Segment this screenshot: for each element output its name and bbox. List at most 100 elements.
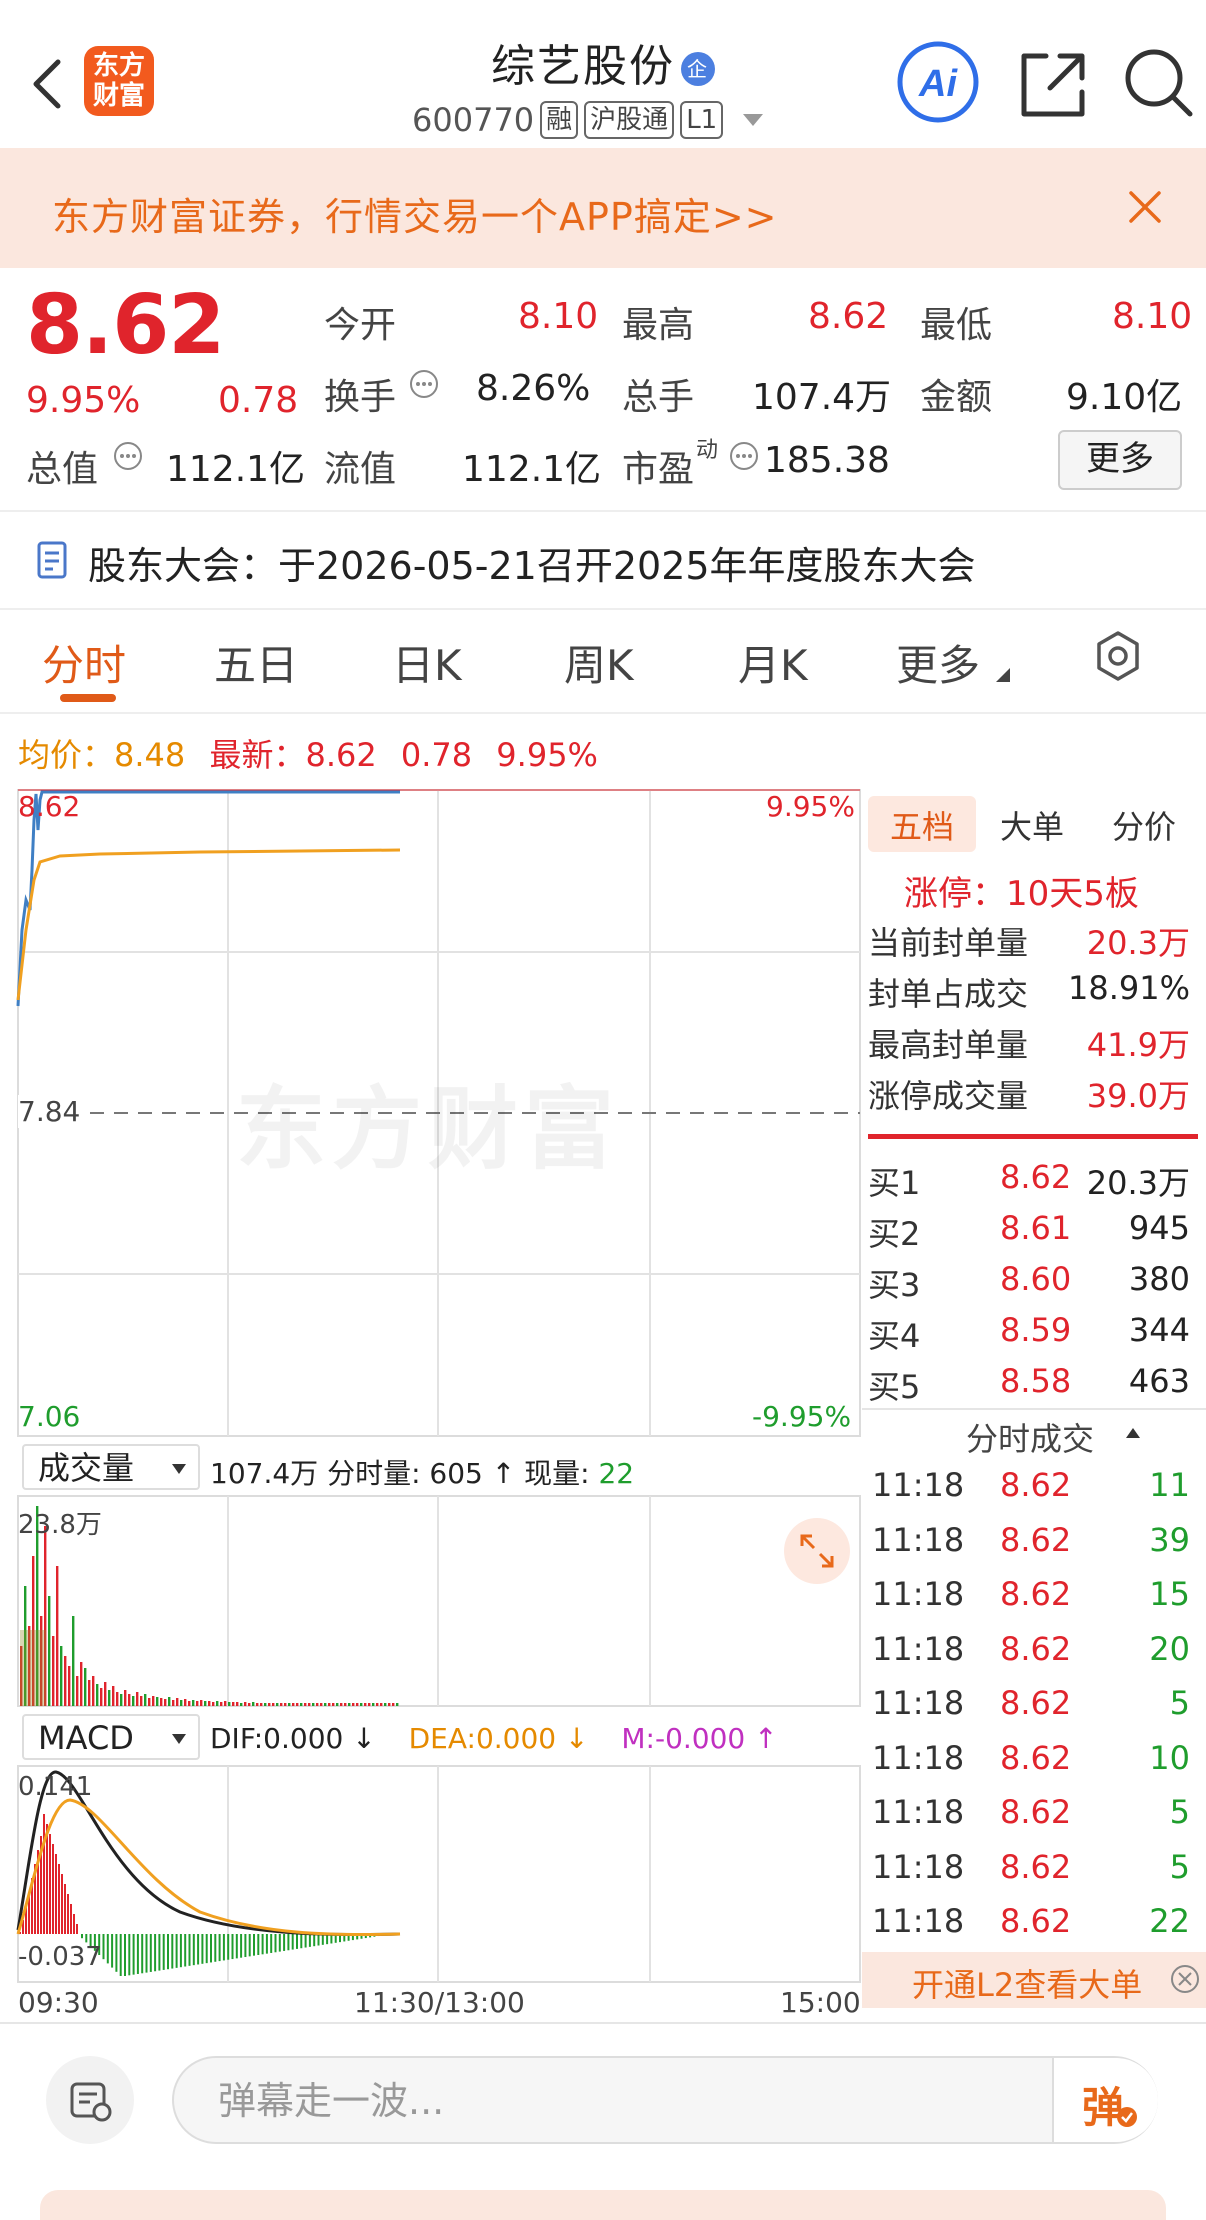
volume-summary: 107.4万 分时量: 605 ↑ 现量: 22 bbox=[210, 1457, 635, 1490]
volume-bar bbox=[64, 1656, 67, 1706]
l2-promo-text[interactable]: 开通L2查看大单 bbox=[912, 1960, 1142, 2006]
tab-five-day[interactable]: 五日 bbox=[214, 632, 298, 693]
limit-stat-row: 封单占成交 18.91% bbox=[868, 969, 1198, 1015]
tick-time: 11:18 bbox=[872, 1684, 965, 1722]
volume-bar bbox=[208, 1701, 211, 1706]
tick-row: 11:18 8.62 5 bbox=[872, 1684, 1202, 1722]
tick-volume: 39 bbox=[1149, 1520, 1190, 1559]
info-icon[interactable] bbox=[112, 440, 144, 472]
volume-selector-label: 成交量 bbox=[38, 1449, 135, 1487]
stats-divider bbox=[868, 1134, 1198, 1139]
close-icon[interactable] bbox=[1128, 190, 1162, 224]
info-icon[interactable] bbox=[408, 368, 440, 400]
danmaku-toggle-button[interactable]: 弹 bbox=[1052, 2058, 1158, 2142]
volume-bar bbox=[304, 1703, 307, 1706]
limit-stat-value: 39.0万 bbox=[1086, 1077, 1190, 1115]
limit-stat-label: 当前封单量 bbox=[868, 924, 1029, 962]
bid-row[interactable]: 买1 8.62 20.3万 bbox=[868, 1158, 1198, 1204]
tab-more[interactable]: 更多 bbox=[896, 632, 980, 693]
tick-row: 11:18 8.62 11 bbox=[872, 1466, 1202, 1504]
bid-volume: 380 bbox=[1128, 1260, 1190, 1298]
tab-intraday[interactable]: 分时 bbox=[42, 632, 126, 693]
volume-bar bbox=[224, 1701, 227, 1706]
volume-selector[interactable]: 成交量 bbox=[22, 1444, 200, 1490]
volume-bar bbox=[272, 1703, 275, 1706]
chevron-down-icon[interactable] bbox=[743, 114, 764, 126]
limit-up-info: 涨停：10天5板 bbox=[904, 874, 1139, 914]
caret-up-icon bbox=[1126, 1428, 1140, 1438]
volume-bar bbox=[188, 1701, 191, 1706]
expand-button[interactable] bbox=[784, 1518, 850, 1584]
ai-assistant-icon[interactable]: Ai bbox=[896, 40, 980, 124]
macd-selector[interactable]: MACD bbox=[22, 1714, 200, 1760]
bid-label: 买3 bbox=[868, 1266, 921, 1304]
info-icon[interactable] bbox=[728, 440, 760, 472]
tick-price: 8.62 bbox=[1000, 1738, 1072, 1777]
volume-label: 总手 bbox=[622, 377, 695, 418]
shareholder-meeting-notice[interactable]: 股东大会：于2026-05-21召开2025年年度股东大会 bbox=[88, 535, 976, 590]
tab-price-dist[interactable]: 分价 bbox=[1112, 802, 1176, 848]
tab-five-level[interactable]: 五档 bbox=[890, 802, 954, 848]
tab-big-orders[interactable]: 大单 bbox=[1000, 802, 1064, 848]
promo-banner[interactable]: 东方财富证券，行情交易一个APP搞定>> bbox=[0, 148, 1206, 268]
tick-time: 11:18 bbox=[872, 1575, 965, 1613]
danmaku-input[interactable]: 弹幕走一波... bbox=[172, 2056, 1158, 2144]
volume-bar bbox=[152, 1696, 155, 1706]
bid-row[interactable]: 买5 8.58 463 bbox=[868, 1362, 1198, 1408]
header: 东方 财富 综艺股份企 600770 融 沪股通 L1 Ai bbox=[0, 0, 1206, 148]
bottom-promo-strip bbox=[40, 2190, 1166, 2220]
minute-volume-value: 605 bbox=[429, 1457, 483, 1490]
tick-volume: 5 bbox=[1169, 1847, 1190, 1886]
volume-bar bbox=[344, 1703, 347, 1706]
volume-bar bbox=[156, 1697, 159, 1706]
volume-bar bbox=[140, 1696, 143, 1706]
volume-bar bbox=[356, 1703, 359, 1706]
volume-bar bbox=[192, 1700, 195, 1706]
volume-bar bbox=[116, 1692, 119, 1706]
corner-arrow-icon bbox=[996, 668, 1010, 682]
tick-price: 8.62 bbox=[1000, 1902, 1072, 1940]
tab-daily-k[interactable]: 日K bbox=[392, 632, 462, 693]
volume-bar bbox=[136, 1692, 139, 1706]
volume-bar bbox=[368, 1703, 371, 1706]
more-button[interactable]: 更多 bbox=[1058, 430, 1182, 490]
volume-bar bbox=[92, 1676, 95, 1706]
search-icon[interactable] bbox=[1120, 44, 1196, 120]
banner-text[interactable]: 东方财富证券，行情交易一个APP搞定>> bbox=[52, 186, 778, 241]
ticks-title[interactable]: 分时成交 bbox=[966, 1414, 1094, 1460]
volume-bar bbox=[236, 1702, 239, 1706]
tick-time: 11:18 bbox=[872, 1902, 965, 1940]
comment-list-button[interactable] bbox=[46, 2056, 134, 2144]
close-icon[interactable] bbox=[1170, 1964, 1200, 1994]
volume-bar bbox=[336, 1703, 339, 1706]
tick-row: 11:18 8.62 10 bbox=[872, 1739, 1202, 1777]
volume-overlay bbox=[20, 1630, 46, 1706]
stock-subline[interactable]: 600770 融 沪股通 L1 bbox=[412, 98, 764, 142]
volume-bar bbox=[388, 1703, 391, 1706]
pe-label: 市盈 bbox=[622, 449, 695, 490]
volume-bar bbox=[340, 1703, 343, 1706]
amount-label: 金额 bbox=[920, 377, 993, 418]
tick-price: 8.62 bbox=[1000, 1520, 1072, 1559]
volume-bar bbox=[216, 1701, 219, 1706]
divider bbox=[0, 608, 1206, 610]
tab-weekly-k[interactable]: 周K bbox=[564, 632, 634, 693]
tag-margin: 融 bbox=[540, 101, 579, 139]
volume-bar bbox=[240, 1703, 243, 1706]
tick-volume: 5 bbox=[1169, 1684, 1190, 1722]
tick-volume: 22 bbox=[1149, 1902, 1190, 1940]
high-value: 8.62 bbox=[808, 296, 889, 337]
tick-time: 11:18 bbox=[872, 1520, 965, 1559]
change-pct: 9.95% bbox=[26, 380, 141, 421]
bid-row[interactable]: 买4 8.59 344 bbox=[868, 1311, 1198, 1357]
share-icon[interactable] bbox=[1016, 46, 1092, 122]
bid-label: 买1 bbox=[868, 1164, 921, 1202]
tab-monthly-k[interactable]: 月K bbox=[738, 632, 808, 693]
volume-bar bbox=[396, 1703, 399, 1706]
limit-stat-value: 20.3万 bbox=[1086, 924, 1190, 962]
bid-row[interactable]: 买2 8.61 945 bbox=[868, 1209, 1198, 1255]
l2-promo[interactable]: 开通L2查看大单 bbox=[862, 1952, 1206, 2008]
bid-row[interactable]: 买3 8.60 380 bbox=[868, 1260, 1198, 1306]
macd-selector-label: MACD bbox=[38, 1719, 134, 1757]
gear-icon[interactable] bbox=[1092, 630, 1144, 682]
